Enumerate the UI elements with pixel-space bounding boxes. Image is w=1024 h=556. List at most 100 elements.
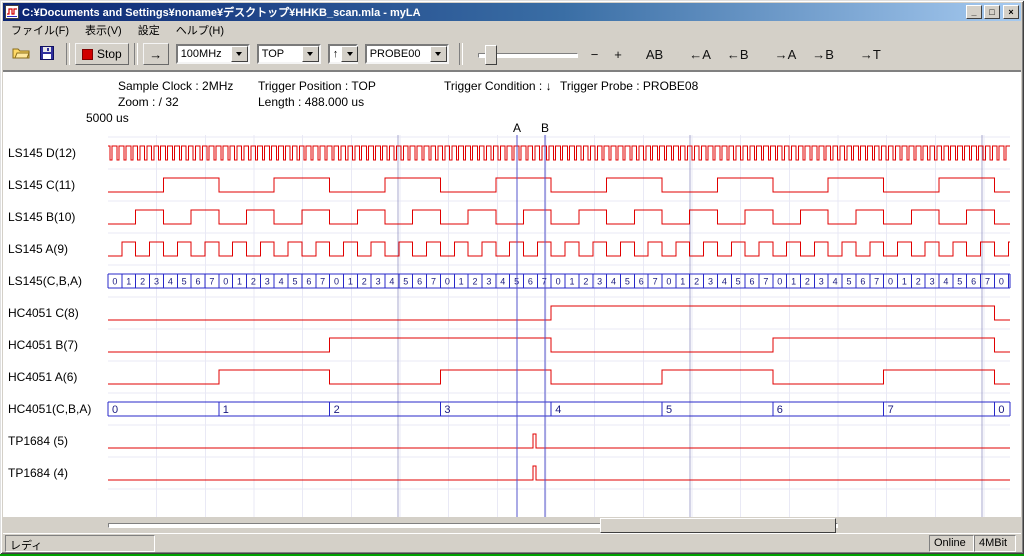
floppy-icon (40, 46, 54, 60)
channel-label[interactable]: HC4051(C,B,A) (8, 402, 91, 416)
scrollbar-thumb[interactable] (600, 518, 836, 533)
channel-label[interactable]: LS145 A(9) (8, 242, 68, 256)
bus-cell-value: 1 (348, 277, 353, 287)
bus-cell-value: 0 (777, 277, 782, 287)
zoom-out-button[interactable]: − (586, 44, 604, 65)
waveform-trace (108, 178, 1010, 192)
bus-cell-value: 2 (916, 277, 921, 287)
waveform-trace (108, 338, 1010, 352)
bus-cell-value: 4 (722, 277, 727, 287)
run-button[interactable]: → (143, 43, 169, 65)
zoom-slider-handle[interactable] (485, 45, 497, 65)
bus-cell-value: 4 (279, 277, 284, 287)
bus-cell-value: 1 (791, 277, 796, 287)
bus-cell-value: 6 (971, 277, 976, 287)
stop-label: Stop (97, 47, 122, 61)
bus-cell-value: 1 (126, 277, 131, 287)
status-bar: レディ Online 4MBit (3, 533, 1021, 552)
marker-a-label: A (513, 121, 521, 135)
channel-label[interactable]: HC4051 C(8) (8, 306, 79, 320)
title-bar[interactable]: C:¥Documents and Settings¥noname¥デスクトップ¥… (3, 3, 1021, 21)
maximize-button[interactable]: □ (984, 5, 1000, 19)
bus-cell-value: 0 (556, 277, 561, 287)
bus-cell-value: 0 (112, 277, 117, 287)
channel-label[interactable]: HC4051 B(7) (8, 338, 78, 352)
bus-cell-value: 3 (819, 277, 824, 287)
bus-cell-value: 5 (736, 277, 741, 287)
trigger-probe-select[interactable]: PROBE00 (365, 44, 449, 64)
goto-a-right-button[interactable]: →A (770, 44, 802, 65)
goto-b-right-button[interactable]: →B (807, 44, 839, 65)
scrollbar-row (3, 517, 1021, 533)
app-window: C:¥Documents and Settings¥noname¥デスクトップ¥… (0, 0, 1024, 554)
channel-label[interactable]: LS145 C(11) (8, 178, 75, 192)
bus-cell-value: 7 (888, 404, 894, 416)
ab-button[interactable]: AB (641, 44, 668, 65)
trigger-probe-value: PROBE00 (367, 46, 430, 62)
bus-cell-value: 5 (292, 277, 297, 287)
channel-label[interactable]: LS145 B(10) (8, 210, 75, 224)
bus-cell-value: 7 (542, 277, 547, 287)
window-title: C:¥Documents and Settings¥noname¥デスクトップ¥… (22, 4, 964, 20)
menu-help[interactable]: ヘルプ(H) (168, 20, 232, 40)
zoom-slider[interactable] (476, 43, 580, 65)
bus-cell-value: 5 (846, 277, 851, 287)
chevron-down-icon[interactable] (430, 46, 447, 62)
chevron-down-icon[interactable] (341, 46, 358, 62)
close-button[interactable]: × (1003, 5, 1019, 19)
waveform-trace (108, 146, 1010, 160)
bus-cell-value: 3 (597, 277, 602, 287)
bus-cell-value: 4 (833, 277, 838, 287)
menu-settings[interactable]: 設定 (130, 20, 168, 40)
bus-cell-value: 7 (320, 277, 325, 287)
trigger-position-value: TOP (259, 46, 302, 62)
status-message: レディ (5, 535, 155, 552)
waveform-panel: Sample Clock : 2MHz Trigger Position : T… (3, 71, 1021, 518)
clock-select[interactable]: 100MHz (176, 44, 250, 64)
marker-b-label: B (541, 121, 549, 135)
waveform-display[interactable]: LS145 D(12) LS145 C(11) LS145 B(10) LS145 A… (3, 72, 1021, 518)
goto-a-left-button[interactable]: ←A (684, 44, 716, 65)
save-button[interactable] (35, 43, 59, 65)
toolbar: Stop → 100MHz TOP ↑ PROBE00 − + AB ←A ←B (3, 38, 1021, 71)
bus-cell-value: 6 (528, 277, 533, 287)
bus-cell-value: 4 (500, 277, 505, 287)
bus-cell-value: 2 (334, 404, 340, 416)
minimize-button[interactable]: _ (966, 5, 982, 19)
bus-cell-value: 1 (223, 404, 229, 416)
app-icon (5, 5, 19, 19)
trigger-position-select[interactable]: TOP (257, 44, 321, 64)
stop-button[interactable]: Stop (75, 43, 129, 65)
status-online: Online (929, 535, 974, 552)
status-memory: 4MBit (974, 535, 1016, 552)
bus-cell-value: 3 (930, 277, 935, 287)
bus-cell-value: 7 (985, 277, 990, 287)
bus-cell-value: 4 (943, 277, 948, 287)
bus-cell-value: 7 (209, 277, 214, 287)
waveform-trace (108, 370, 1010, 384)
bus-cell-value: 0 (998, 404, 1004, 416)
channel-label[interactable]: TP1684 (4) (8, 466, 68, 480)
trigger-edge-select[interactable]: ↑ (328, 44, 358, 64)
goto-b-left-button[interactable]: ←B (722, 44, 754, 65)
menu-view[interactable]: 表示(V) (77, 20, 130, 40)
open-button[interactable] (9, 43, 33, 65)
channel-label[interactable]: HC4051 A(6) (8, 370, 77, 384)
bus-cell-value: 2 (694, 277, 699, 287)
bus-cell-value: 5 (182, 277, 187, 287)
zoom-in-button[interactable]: + (609, 44, 627, 65)
goto-trigger-button[interactable]: →T (855, 44, 886, 65)
bus-cell-value: 7 (763, 277, 768, 287)
bus-cell-value: 7 (431, 277, 436, 287)
channel-label[interactable]: LS145(C,B,A) (8, 274, 82, 288)
bus-cell-value: 5 (625, 277, 630, 287)
chevron-down-icon[interactable] (231, 46, 248, 62)
waveform-trace (108, 210, 1010, 224)
bus-cell-value: 5 (666, 404, 672, 416)
bus-cell-value: 2 (583, 277, 588, 287)
channel-label[interactable]: LS145 D(12) (8, 146, 76, 160)
bus-cell-value: 1 (902, 277, 907, 287)
channel-label[interactable]: TP1684 (5) (8, 434, 68, 448)
menu-file[interactable]: ファイル(F) (3, 20, 77, 40)
chevron-down-icon[interactable] (302, 46, 319, 62)
